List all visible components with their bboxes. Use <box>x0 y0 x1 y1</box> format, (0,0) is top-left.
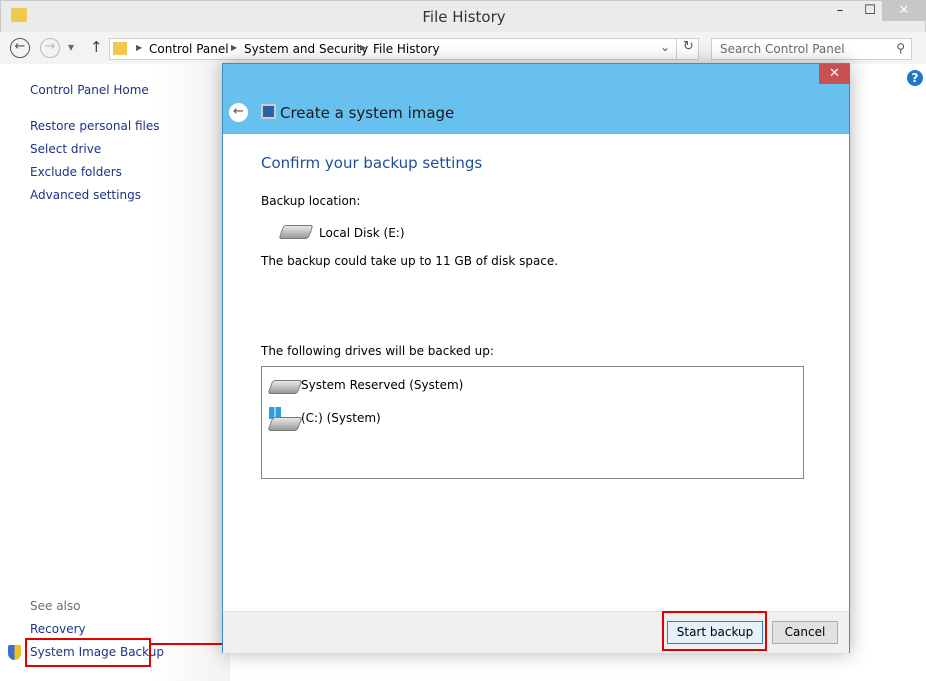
search-placeholder: Search Control Panel <box>720 42 845 56</box>
help-icon[interactable]: ? <box>907 70 923 86</box>
drives-label: The following drives will be backed up: <box>261 344 494 358</box>
sidebar-control-panel-home[interactable]: Control Panel Home <box>30 83 149 97</box>
minimize-button[interactable]: – <box>826 1 854 21</box>
uac-shield-icon <box>8 645 21 660</box>
close-button[interactable]: ✕ <box>882 1 926 21</box>
address-bar[interactable]: ▶ Control Panel ▶ System and Security ▶ … <box>109 38 699 60</box>
window-title: File History <box>422 8 506 26</box>
list-item: (C:) (System) <box>301 411 381 425</box>
list-item: System Reserved (System) <box>301 378 464 392</box>
dialog-close-button[interactable]: ✕ <box>819 64 850 84</box>
sidebar-restore-personal-files[interactable]: Restore personal files <box>30 119 160 133</box>
see-also-label: See also <box>30 599 81 613</box>
highlight-box <box>25 638 151 667</box>
drives-list[interactable]: System Reserved (System) (C:) (System) <box>261 366 804 479</box>
system-image-icon <box>261 104 276 119</box>
maximize-button[interactable]: ☐ <box>856 1 884 21</box>
search-icon[interactable]: ⚲ <box>896 41 905 55</box>
drive-icon <box>267 417 303 431</box>
sidebar-exclude-folders[interactable]: Exclude folders <box>30 165 122 179</box>
folder-icon <box>113 42 127 55</box>
dialog-heading: Confirm your backup settings <box>261 154 483 172</box>
sidebar-select-drive[interactable]: Select drive <box>30 142 101 156</box>
title-bar: File History – ☐ ✕ <box>0 0 926 32</box>
breadcrumb-file-history[interactable]: File History <box>373 42 440 56</box>
back-button[interactable]: ← <box>10 38 30 58</box>
recent-locations-button[interactable]: ▾ <box>68 40 74 54</box>
search-input[interactable]: Search Control Panel ⚲ <box>711 38 912 60</box>
dialog-back-button[interactable]: ← <box>229 103 248 122</box>
highlight-box <box>662 611 767 651</box>
create-system-image-dialog: ← Create a system image ✕ Confirm your b… <box>222 63 850 653</box>
forward-button[interactable]: → <box>40 38 60 58</box>
address-dropdown-icon[interactable]: ⌄ <box>660 40 670 54</box>
drive-icon <box>267 380 303 394</box>
refresh-button[interactable]: ↻ <box>676 39 700 59</box>
dialog-header: ← Create a system image <box>223 64 849 134</box>
sidebar-recovery[interactable]: Recovery <box>30 622 86 636</box>
backup-location-value: Local Disk (E:) <box>319 226 405 240</box>
space-note: The backup could take up to 11 GB of dis… <box>261 254 559 268</box>
breadcrumb-system-security[interactable]: System and Security <box>244 42 368 56</box>
backup-location-label: Backup location: <box>261 194 361 208</box>
cancel-button[interactable]: Cancel <box>772 621 838 644</box>
drive-icon <box>278 225 314 239</box>
breadcrumb-control-panel[interactable]: Control Panel <box>149 42 229 56</box>
up-button[interactable]: ↑ <box>90 38 103 56</box>
dialog-title: Create a system image <box>280 104 455 122</box>
sidebar-advanced-settings[interactable]: Advanced settings <box>30 188 141 202</box>
sidebar-background <box>150 64 230 681</box>
